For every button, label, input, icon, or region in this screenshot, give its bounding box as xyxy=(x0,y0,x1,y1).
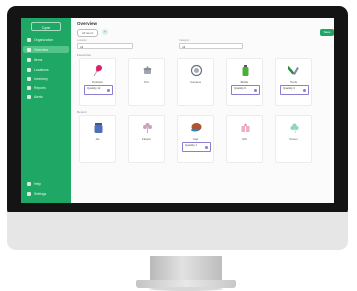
sidebar-item-overview[interactable]: Overview xyxy=(23,46,69,53)
location-field-label: Location xyxy=(77,39,87,42)
sidebar-item-items[interactable]: Items xyxy=(23,56,69,63)
monitor: Cpm Organization Overview Items Location… xyxy=(7,6,348,291)
sidebar-item-label: Reports xyxy=(34,85,46,90)
sidebar-item-help[interactable]: Help xyxy=(23,180,69,187)
clear-icon[interactable] xyxy=(303,89,306,92)
pot-icon xyxy=(141,64,154,77)
grid-icon xyxy=(27,47,31,52)
monitor-chin xyxy=(7,212,348,250)
item-card-label: Camera xyxy=(190,80,201,84)
quantity-value: Quantity 12 xyxy=(87,87,101,90)
clear-icon[interactable] xyxy=(254,89,257,92)
gear-icon xyxy=(27,191,31,196)
item-card-label: Tools xyxy=(289,80,297,84)
item-card-label: Flower xyxy=(141,137,151,141)
sidebar-item-locations[interactable]: Locations xyxy=(23,66,69,73)
category-field[interactable]: All xyxy=(179,43,243,49)
quantity-value: Quantity 3 xyxy=(283,87,295,90)
section-recent-label: Recent xyxy=(77,110,87,114)
item-card[interactable]: Clover xyxy=(275,115,312,163)
quantity-stepper[interactable]: Quantity 3 xyxy=(280,85,309,95)
sidebar-item-settings[interactable]: Settings xyxy=(23,190,69,197)
location-field[interactable]: All xyxy=(77,43,133,49)
clear-icon[interactable] xyxy=(205,146,208,149)
help-icon xyxy=(27,181,31,186)
item-card[interactable]: Pushpin Quantity 12 xyxy=(79,58,116,106)
pin-icon xyxy=(27,67,31,72)
box-icon xyxy=(27,57,31,62)
clover-icon xyxy=(288,121,301,134)
item-card-label: Pushpin xyxy=(92,80,103,84)
sidebar-item-alerts[interactable]: Alerts xyxy=(23,93,69,100)
item-card[interactable]: Tools Quantity 3 xyxy=(275,58,312,106)
item-card-label: Jar xyxy=(95,137,100,141)
building-icon xyxy=(27,37,31,42)
item-card-label: Pot xyxy=(144,80,149,84)
save-button[interactable]: Save xyxy=(320,29,334,36)
item-card-label: Cap xyxy=(192,137,199,141)
list-icon xyxy=(27,76,31,81)
tools-icon xyxy=(286,64,301,77)
item-card[interactable]: Camera xyxy=(177,58,214,106)
jar-icon xyxy=(92,121,105,134)
add-filter-button[interactable]: + xyxy=(102,29,108,35)
sidebar-item-reports[interactable]: Reports xyxy=(23,84,69,91)
sidebar-item-label: Inventory xyxy=(34,76,48,81)
item-card-label: Gift xyxy=(242,137,247,141)
sidebar-item-label: Overview xyxy=(34,47,49,52)
clear-icon[interactable] xyxy=(107,89,110,92)
filter-pill[interactable]: All items xyxy=(77,29,99,37)
item-card[interactable]: Gift xyxy=(226,115,263,163)
sidebar-item-label: Items xyxy=(34,57,43,62)
sidebar-item-label: Settings xyxy=(34,191,47,196)
item-card[interactable]: Flower xyxy=(128,115,165,163)
category-field-label: Category xyxy=(179,39,190,42)
quantity-stepper[interactable]: Quantity 6 xyxy=(231,85,260,95)
item-card[interactable]: Pot xyxy=(128,58,165,106)
stand-shadow xyxy=(149,287,223,291)
cap-icon xyxy=(190,121,203,134)
app-logo[interactable]: Cpm xyxy=(31,22,61,31)
camera-lens-icon xyxy=(190,64,203,77)
item-card[interactable]: Bottle Quantity 6 xyxy=(226,58,263,106)
main-content: Overview All items + Save ... Location A… xyxy=(71,18,334,203)
sidebar-item-inventory[interactable]: Inventory xyxy=(23,75,69,82)
bell-icon xyxy=(27,94,31,99)
quantity-stepper[interactable]: Quantity 1 xyxy=(182,142,211,152)
item-card[interactable]: Cap Quantity 1 xyxy=(177,115,214,163)
flower-icon xyxy=(141,121,154,134)
quantity-value: Quantity 1 xyxy=(185,144,197,147)
chart-icon xyxy=(27,85,31,90)
gift-icon xyxy=(239,121,252,134)
item-card-label: Clover xyxy=(289,137,298,141)
pushpin-icon xyxy=(92,64,105,77)
sidebar-item-label: Locations xyxy=(34,67,49,72)
screen: Cpm Organization Overview Items Location… xyxy=(21,18,334,203)
section-favourites-label: Favourites xyxy=(77,53,92,57)
quantity-value: Quantity 6 xyxy=(234,87,246,90)
sidebar-item-label: Organization xyxy=(34,37,54,42)
sidebar-item-organization[interactable]: Organization xyxy=(23,36,69,43)
sidebar-item-label: Alerts xyxy=(34,94,43,99)
page-title: Overview xyxy=(77,21,98,26)
sidebar: Cpm Organization Overview Items Location… xyxy=(21,18,71,203)
item-card[interactable]: Jar xyxy=(79,115,116,163)
item-card-label: Bottle xyxy=(240,80,249,84)
sidebar-item-label: Help xyxy=(34,181,41,186)
quantity-stepper[interactable]: Quantity 12 xyxy=(84,85,113,95)
monitor-stand-neck xyxy=(150,256,222,282)
bottle-icon xyxy=(239,64,252,77)
